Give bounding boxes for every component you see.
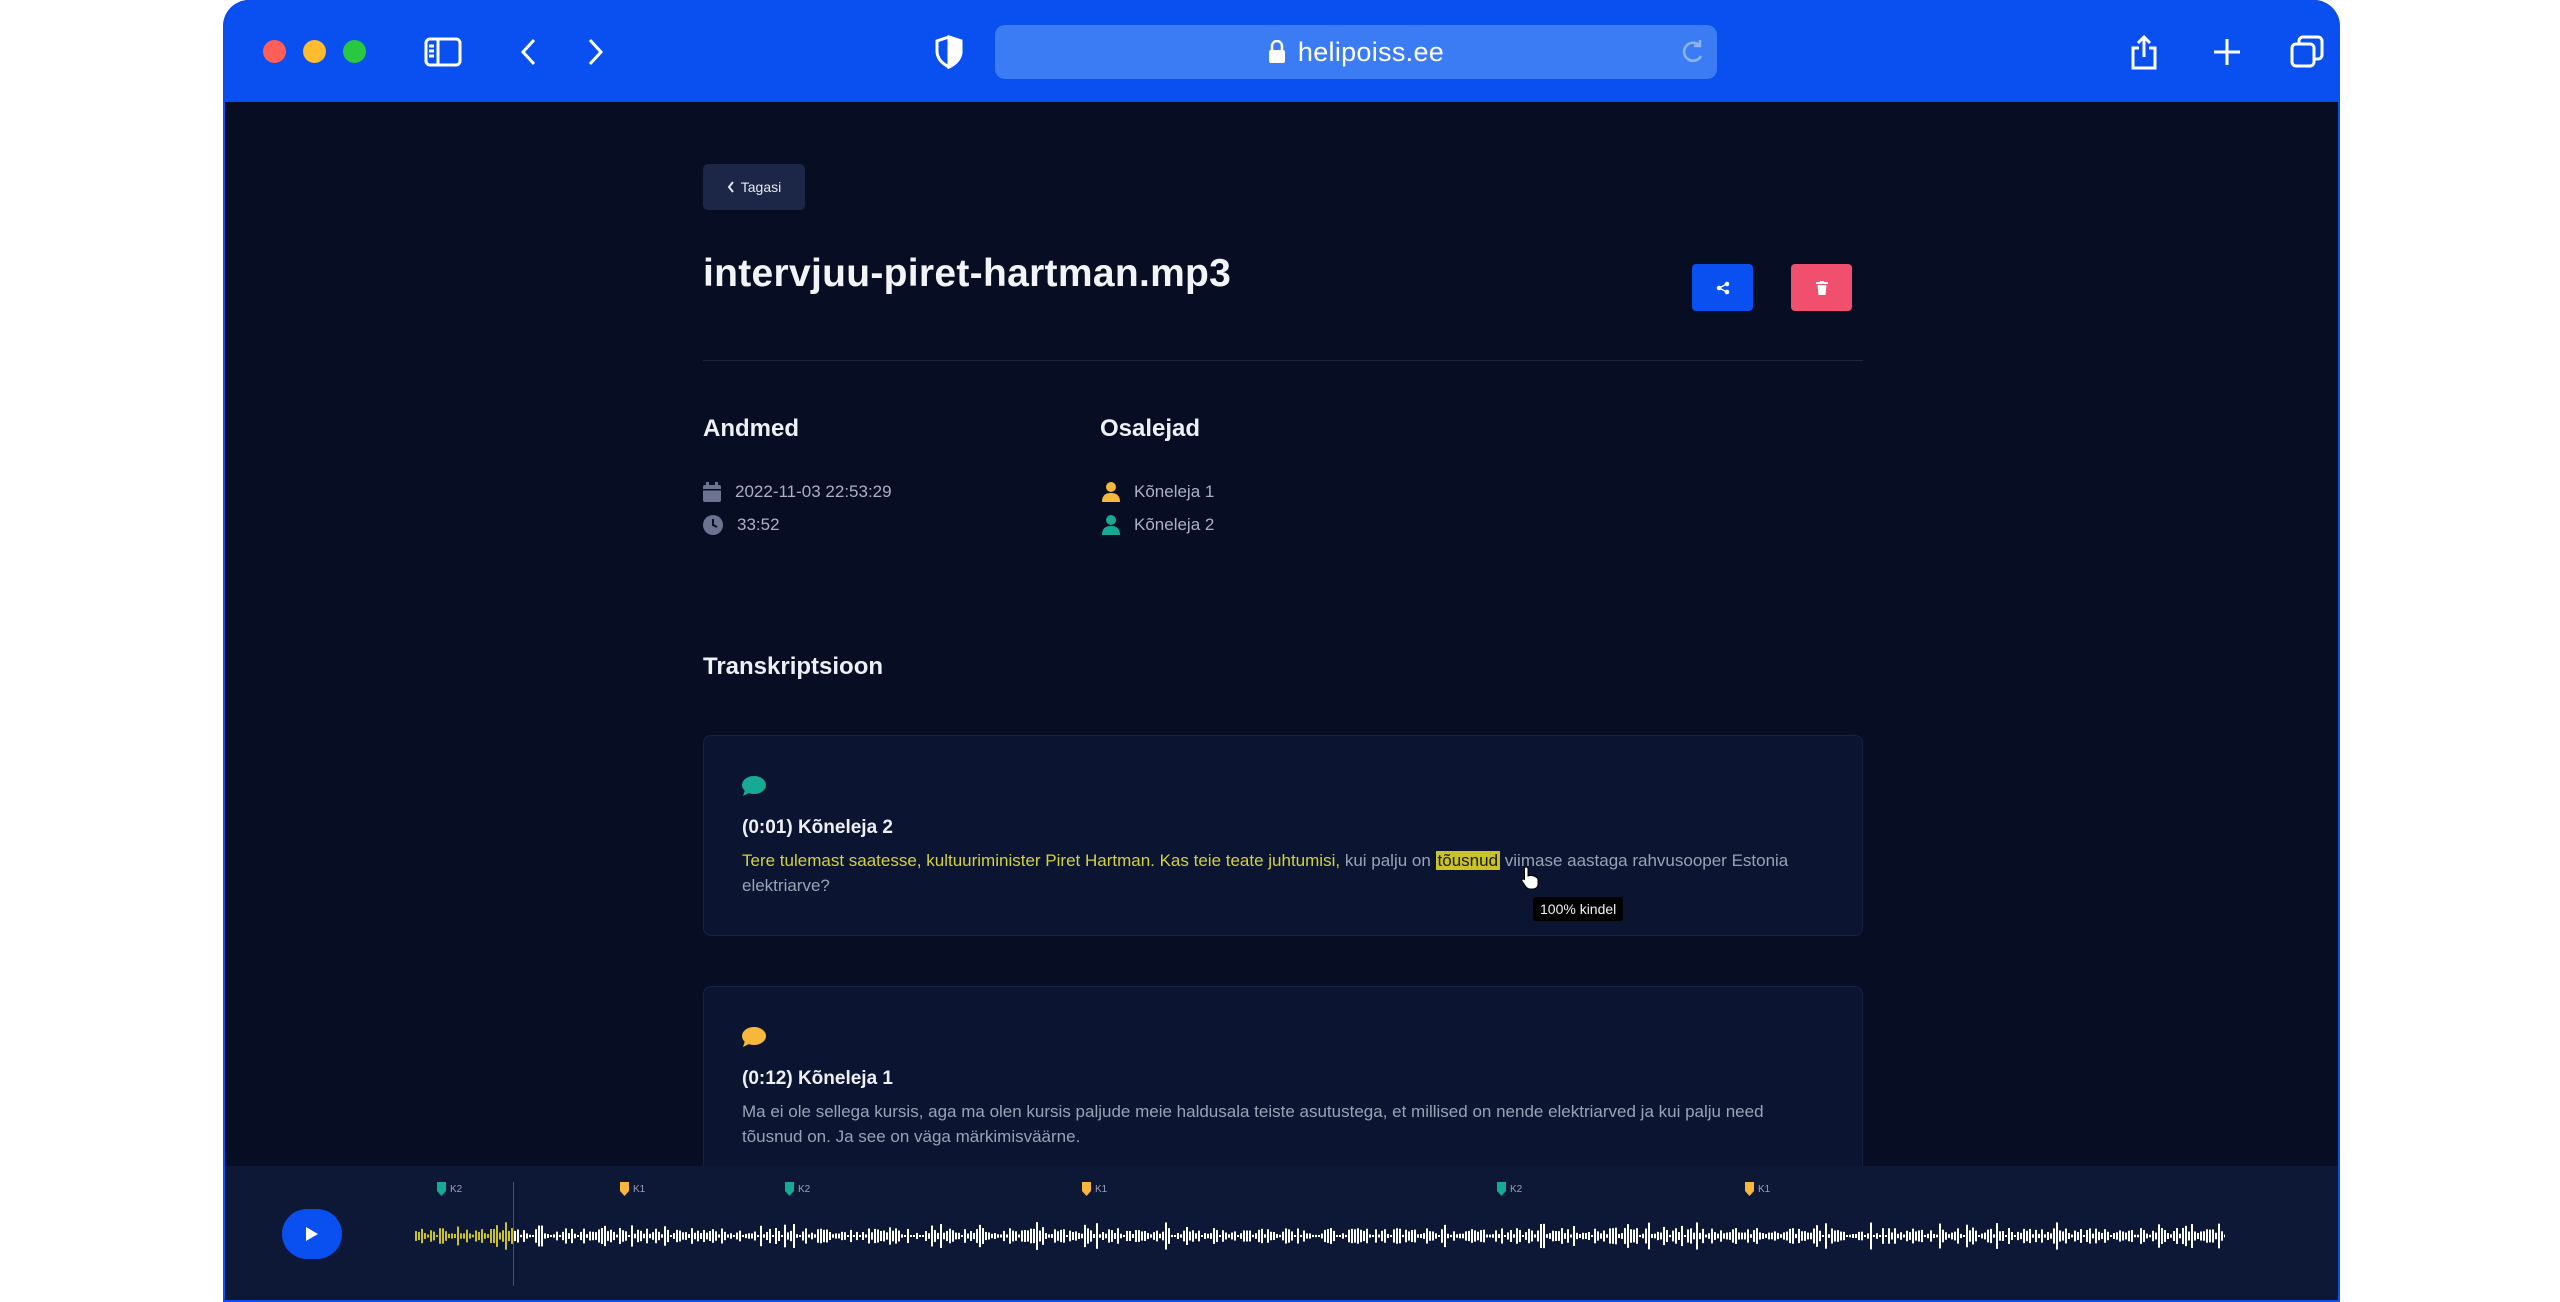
speaker-marker-label: K1 [633,1183,646,1195]
participant-item: Kõneleja 1 [1102,482,1214,502]
segment-header: (0:12) Kõneleja 1 [742,1068,893,1089]
sidebar-icon[interactable] [421,30,465,74]
speaker-marker-label: K1 [1095,1183,1108,1195]
share-button[interactable] [1692,264,1753,311]
marker-flag-icon [620,1182,629,1196]
speaker-marker-label: K2 [450,1183,463,1195]
speaker-marker[interactable]: K1 [1745,1182,1770,1196]
played-text[interactable]: Tere tulemast saatesse, kultuuriminister… [742,851,1340,870]
pointer-cursor-icon [1521,866,1539,890]
marker-flag-icon [785,1182,794,1196]
speech-bubble-icon [742,776,766,796]
zoom-window-button[interactable] [343,40,366,63]
play-icon [306,1227,318,1241]
user-icon [1102,482,1120,502]
participant-name: Kõneleja 2 [1134,515,1215,534]
speaker-marker[interactable]: K2 [1497,1182,1522,1196]
new-tab-icon[interactable] [2205,30,2249,74]
marker-flag-icon [1082,1182,1091,1196]
transcript-segment[interactable]: (0:12) Kõneleja 1 Ma ei ole sellega kurs… [703,986,1863,1186]
address-bar[interactable]: helipoiss.ee [995,25,1717,79]
segment-header: (0:01) Kõneleja 2 [742,817,893,838]
speaker-marker[interactable]: K2 [437,1182,462,1196]
speaker-marker-label: K2 [798,1183,811,1195]
speaker-marker-label: K2 [1510,1183,1523,1195]
page-content: Tagasi intervjuu-piret-hartman.mp3 Andme… [225,102,2338,1186]
speaker-marker-label: K1 [1758,1183,1771,1195]
minimize-window-button[interactable] [303,40,326,63]
tab-overview-icon[interactable] [2285,30,2329,74]
date-value: 2022-11-03 22:53:29 [735,482,892,501]
trash-icon [1815,280,1828,295]
transcription-heading: Transkriptsioon [703,653,884,680]
back-arrow-icon[interactable] [507,30,551,74]
back-button[interactable]: Tagasi [703,164,805,210]
marker-flag-icon [1745,1182,1754,1196]
privacy-shield-icon[interactable] [927,30,971,74]
lock-icon [1268,40,1285,63]
share-nodes-icon [1716,281,1729,294]
browser-toolbar: helipoiss.ee [225,0,2338,102]
audio-player: K2 K1 K2 K1 K2 K1 [225,1166,2338,1300]
speaker-marker[interactable]: K1 [1082,1182,1107,1196]
play-button[interactable] [282,1209,342,1259]
chevron-left-icon [727,181,734,193]
duration-value: 33:52 [737,515,780,534]
participants-heading: Osalejad [1100,415,1201,442]
segment-text[interactable]: Ma ei ole sellega kursis, aga ma olen ku… [742,1099,1822,1149]
share-icon[interactable] [2122,30,2166,74]
segment-text[interactable]: Tere tulemast saatesse, kultuuriminister… [742,848,1822,898]
page-title: intervjuu-piret-hartman.mp3 [703,252,1232,295]
reload-icon[interactable] [1679,38,1705,66]
confidence-tooltip: 100% kindel [1533,897,1624,921]
header-divider [703,360,1863,361]
clock-icon [703,515,723,535]
calendar-icon [703,482,721,502]
speaker-marker[interactable]: K1 [620,1182,645,1196]
forward-arrow-icon[interactable] [573,30,617,74]
user-icon [1102,515,1120,535]
close-window-button[interactable] [263,40,286,63]
delete-button[interactable] [1791,264,1852,311]
hovered-word[interactable]: tõusnud [1435,851,1501,870]
transcript-segment[interactable]: (0:01) Kõneleja 2 Tere tulemast saatesse… [703,735,1863,936]
date-row: 2022-11-03 22:53:29 [703,482,892,502]
details-heading: Andmed [703,415,799,442]
participant-name: Kõneleja 1 [1134,482,1215,501]
marker-flag-icon [1497,1182,1506,1196]
back-button-label: Tagasi [740,179,782,195]
unplayed-text[interactable]: kui palju on [1340,851,1435,870]
marker-flag-icon [437,1182,446,1196]
duration-row: 33:52 [703,515,780,535]
speech-bubble-icon [742,1027,766,1047]
waveform[interactable] [415,1216,2225,1256]
speaker-marker[interactable]: K2 [785,1182,810,1196]
participant-item: Kõneleja 2 [1102,515,1214,535]
url-text: helipoiss.ee [1297,36,1445,67]
browser-window: helipoiss.ee Tagasi intervjuu-piret-hart… [223,0,2340,1302]
